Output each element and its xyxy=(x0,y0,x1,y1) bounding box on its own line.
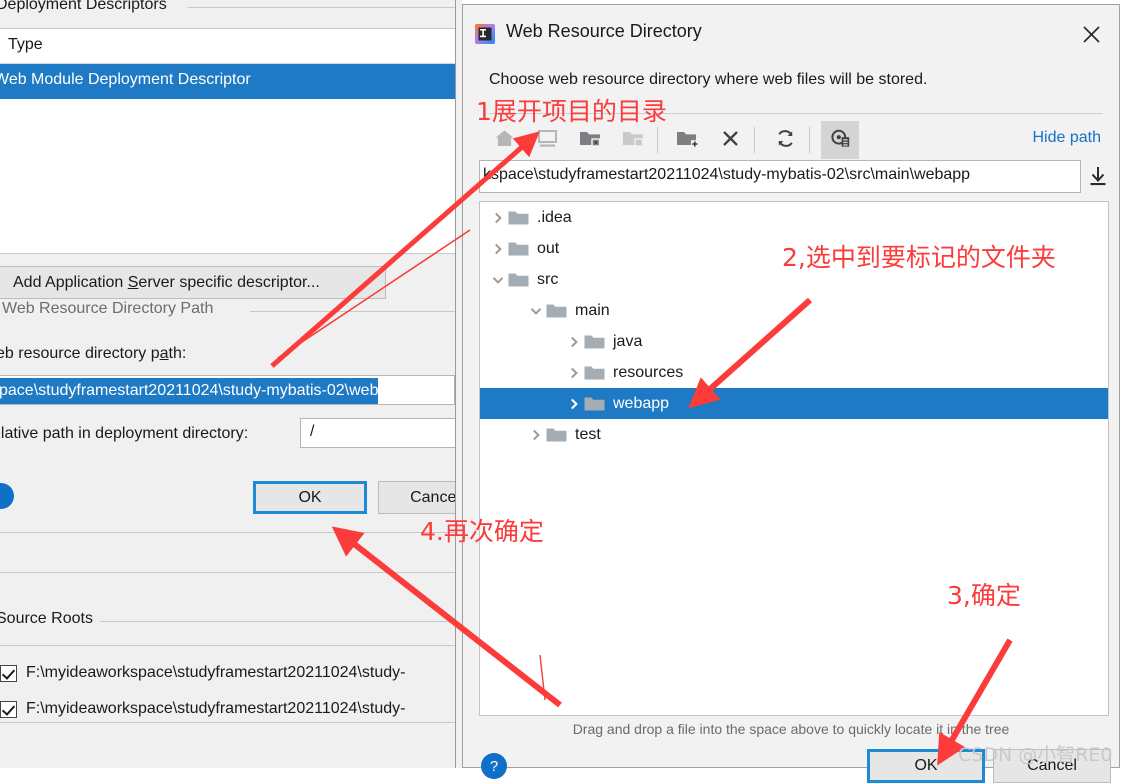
source-roots-divider xyxy=(100,621,462,622)
tree-node[interactable]: test xyxy=(480,419,1108,450)
refresh-icon xyxy=(775,128,796,153)
web-resource-directory-path-group-title: Web Resource Directory Path xyxy=(2,300,214,317)
path-input-value: kspace\studyframestart20211024\study-myb… xyxy=(483,166,971,183)
watermark: CSDN @小智RE0 xyxy=(958,744,1113,766)
help-circle-icon[interactable]: ? xyxy=(481,753,507,779)
chevron-right-icon[interactable] xyxy=(564,357,584,388)
toolbar-separator xyxy=(809,127,810,153)
column-header-type: Type xyxy=(8,36,43,53)
chevron-down-icon[interactable] xyxy=(488,264,508,295)
tree-node[interactable]: resources xyxy=(480,357,1108,388)
deployment-descriptors-group-title: Deployment Descriptors xyxy=(0,0,167,13)
add-application-server-descriptor-button[interactable]: Add Application Server specific descript… xyxy=(0,266,386,299)
chevron-right-icon[interactable] xyxy=(564,326,584,357)
tree-node[interactable]: .idea xyxy=(480,202,1108,233)
folder-icon xyxy=(584,396,605,412)
chevron-down-icon[interactable] xyxy=(526,295,546,326)
group-title-divider xyxy=(188,7,462,8)
source-root-path: F:\myideaworkspace\studyframestart202110… xyxy=(26,700,406,717)
folder-icon xyxy=(508,272,529,288)
divider xyxy=(0,645,462,646)
home-icon xyxy=(494,128,515,153)
table-cell-type: Web Module Deployment Descriptor xyxy=(0,71,251,88)
source-roots-group-title: Source Roots xyxy=(0,610,93,627)
toolbar-separator xyxy=(657,127,658,153)
cancel-button[interactable]: Cancel xyxy=(378,481,462,514)
ok-label: OK xyxy=(298,488,322,506)
chevron-right-icon[interactable] xyxy=(488,233,508,264)
source-root-item[interactable]: F:\myideaworkspace\studyframestart202110… xyxy=(0,655,462,691)
tree-node-label: src xyxy=(537,270,559,288)
refresh-button[interactable] xyxy=(766,121,804,159)
tree-node[interactable]: main xyxy=(480,295,1108,326)
close-icon[interactable] xyxy=(1073,17,1109,51)
tree-node-label: webapp xyxy=(613,394,670,412)
dialog-subtitle: Choose web resource directory where web … xyxy=(489,71,928,88)
tree-node-label: java xyxy=(613,332,643,350)
relative-path-input[interactable]: / xyxy=(300,418,462,448)
dialog-titlebar: Web Resource Directory xyxy=(463,5,1119,61)
web-resource-directory-path-label: eb resource directory path: xyxy=(0,345,187,362)
path-input[interactable]: kspace\studyframestart20211024\study-myb… xyxy=(479,160,1081,193)
tree-node-label: resources xyxy=(613,363,684,381)
cancel-label: Cancel xyxy=(410,488,460,506)
dialog-right-edge xyxy=(455,0,456,768)
relative-path-label: elative path in deployment directory: xyxy=(0,425,249,442)
hide-path-link[interactable]: Hide path xyxy=(1033,129,1102,147)
ok-button[interactable]: OK xyxy=(253,481,367,514)
tree-node-label: main xyxy=(575,301,610,319)
folder-icon xyxy=(584,365,605,381)
delete-button[interactable] xyxy=(711,121,749,159)
download-arrow-icon[interactable] xyxy=(1087,165,1109,189)
tree-node[interactable]: webapp xyxy=(480,388,1108,419)
folder-icon xyxy=(508,210,529,226)
web-resource-group-divider xyxy=(250,311,462,312)
folder-icon xyxy=(546,427,567,443)
directory-tree[interactable]: .idea out src main java resources webapp test xyxy=(479,201,1109,716)
source-root-checkbox[interactable] xyxy=(0,664,17,682)
help-circle-icon[interactable] xyxy=(0,483,14,509)
tree-node-label: .idea xyxy=(537,208,572,226)
dialog-title: Web Resource Directory xyxy=(506,21,702,41)
divider xyxy=(0,532,462,533)
background-dialog: Deployment Descriptors Type Web Module D… xyxy=(0,0,462,768)
tree-node-label: test xyxy=(575,425,601,443)
relative-path-value: / xyxy=(310,423,315,440)
add-descriptor-label: Add Application Server specific descript… xyxy=(13,273,320,291)
tree-node[interactable]: java xyxy=(480,326,1108,357)
web-resource-path-value: space\studyframestart20211024\study-myba… xyxy=(0,378,379,404)
chevron-right-icon[interactable] xyxy=(488,202,508,233)
intellij-idea-icon xyxy=(475,24,495,44)
source-root-checkbox[interactable] xyxy=(0,700,17,718)
drag-drop-hint: Drag and drop a file into the space abov… xyxy=(572,721,1010,737)
source-root-path: F:\myideaworkspace\studyframestart202110… xyxy=(26,664,406,681)
folder-icon xyxy=(584,334,605,350)
toolbar-separator xyxy=(754,127,755,153)
tree-node-label: out xyxy=(537,239,560,257)
show-hidden-button[interactable] xyxy=(821,121,859,159)
ok-label: OK xyxy=(914,757,938,774)
close-x-icon xyxy=(721,129,740,152)
annotation-label-1: 1展开项目的目录 xyxy=(476,97,667,126)
web-resource-directory-path-input[interactable]: space\studyframestart20211024\study-myba… xyxy=(0,375,455,405)
annotation-label-4: 4.再次确定 xyxy=(420,517,544,546)
chevron-right-icon[interactable] xyxy=(564,388,584,419)
desktop-icon xyxy=(537,129,558,152)
annotation-label-3: 3,确定 xyxy=(947,581,1021,610)
show-hidden-icon xyxy=(830,128,851,153)
annotation-label-2: 2,选中到要标记的文件夹 xyxy=(782,243,1056,272)
divider xyxy=(0,722,462,723)
folder-add-icon xyxy=(676,129,699,152)
table-row[interactable]: Web Module Deployment Descriptor xyxy=(0,64,462,99)
new-folder-button[interactable] xyxy=(668,121,706,159)
divider xyxy=(0,572,462,573)
deployment-descriptors-table[interactable]: Type Web Module Deployment Descriptor xyxy=(0,28,462,254)
folder-icon xyxy=(508,241,529,257)
table-header-row: Type xyxy=(0,29,462,64)
folder-project-icon xyxy=(579,129,601,152)
folder-icon xyxy=(546,303,567,319)
chevron-right-icon[interactable] xyxy=(526,419,546,450)
folder-module-icon xyxy=(622,129,644,152)
